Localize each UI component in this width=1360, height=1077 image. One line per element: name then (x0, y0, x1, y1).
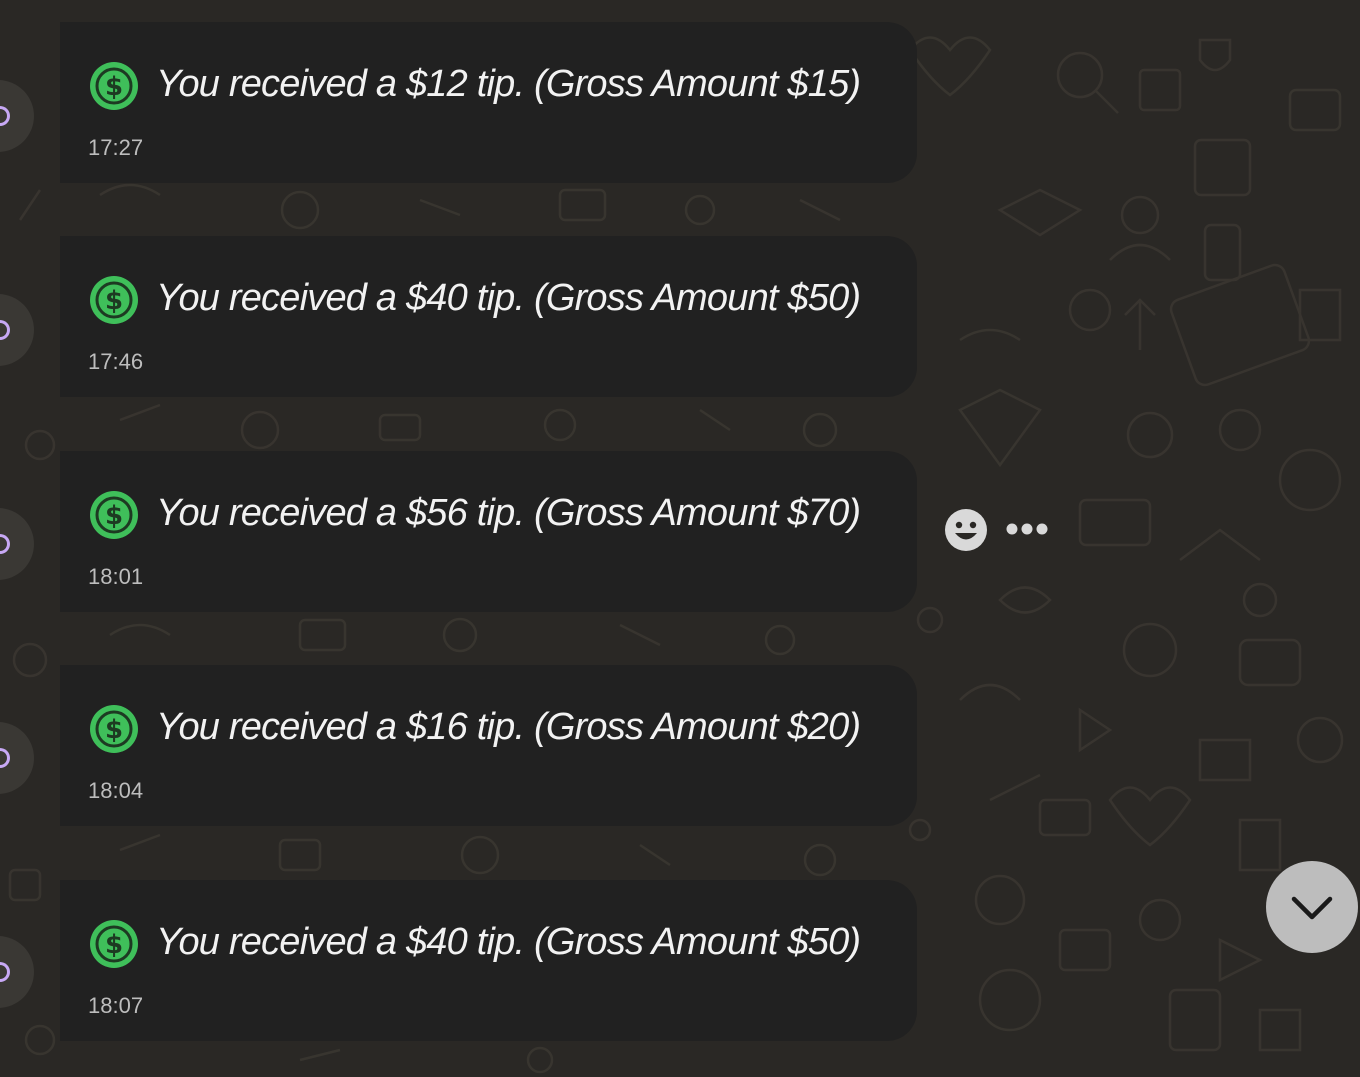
more-options-button[interactable] (1004, 515, 1050, 543)
sender-avatar[interactable] (0, 722, 34, 794)
avatar-glyph-icon (0, 320, 10, 340)
message-bubble[interactable]: $ You received a $12 tip. (Gross Amount … (60, 22, 917, 183)
chevron-down-icon (1291, 896, 1333, 920)
message-timestamp: 18:01 (88, 564, 144, 589)
svg-text:$: $ (105, 715, 123, 745)
svg-text:$: $ (105, 72, 123, 102)
sender-avatar[interactable] (0, 80, 34, 152)
sender-avatar[interactable] (0, 936, 34, 1008)
dollar-coin-icon: $ (90, 705, 138, 753)
message-bubble[interactable]: $ You received a $40 tip. (Gross Amount … (60, 236, 917, 397)
message-timestamp: 17:27 (88, 135, 144, 160)
message-bubble[interactable]: $ You received a $16 tip. (Gross Amount … (60, 665, 917, 826)
avatar-glyph-icon (0, 534, 10, 554)
message-bubble[interactable]: $ You received a $40 tip. (Gross Amount … (60, 880, 917, 1041)
avatar-glyph-icon (0, 106, 10, 126)
message-text: You received a $56 tip. (Gross Amount $7… (156, 492, 861, 534)
sender-avatar[interactable] (0, 294, 34, 366)
dollar-coin-icon: $ (90, 62, 138, 110)
message-text: You received a $16 tip. (Gross Amount $2… (156, 706, 861, 748)
svg-text:$: $ (105, 286, 123, 316)
chat-area: $ You received a $12 tip. (Gross Amount … (0, 0, 1360, 1077)
message-timestamp: 18:07 (88, 993, 144, 1018)
avatar-glyph-icon (0, 962, 10, 982)
message-timestamp: 17:46 (88, 349, 144, 374)
avatar-glyph-icon (0, 748, 10, 768)
message-text: You received a $40 tip. (Gross Amount $5… (156, 921, 861, 963)
dollar-coin-icon: $ (90, 920, 138, 968)
message-text: You received a $40 tip. (Gross Amount $5… (156, 277, 861, 319)
svg-text:$: $ (105, 501, 123, 531)
react-button[interactable] (944, 508, 988, 552)
message-timestamp: 18:04 (88, 778, 144, 803)
dollar-coin-icon: $ (90, 491, 138, 539)
svg-text:$: $ (105, 930, 123, 960)
sender-avatar[interactable] (0, 508, 34, 580)
dollar-coin-icon: $ (90, 276, 138, 324)
scroll-to-bottom-button[interactable] (1266, 861, 1358, 953)
more-dots-icon (1006, 523, 1048, 535)
smiley-icon (945, 509, 987, 551)
message-text: You received a $12 tip. (Gross Amount $1… (156, 63, 861, 105)
message-bubble[interactable]: $ You received a $56 tip. (Gross Amount … (60, 451, 917, 612)
